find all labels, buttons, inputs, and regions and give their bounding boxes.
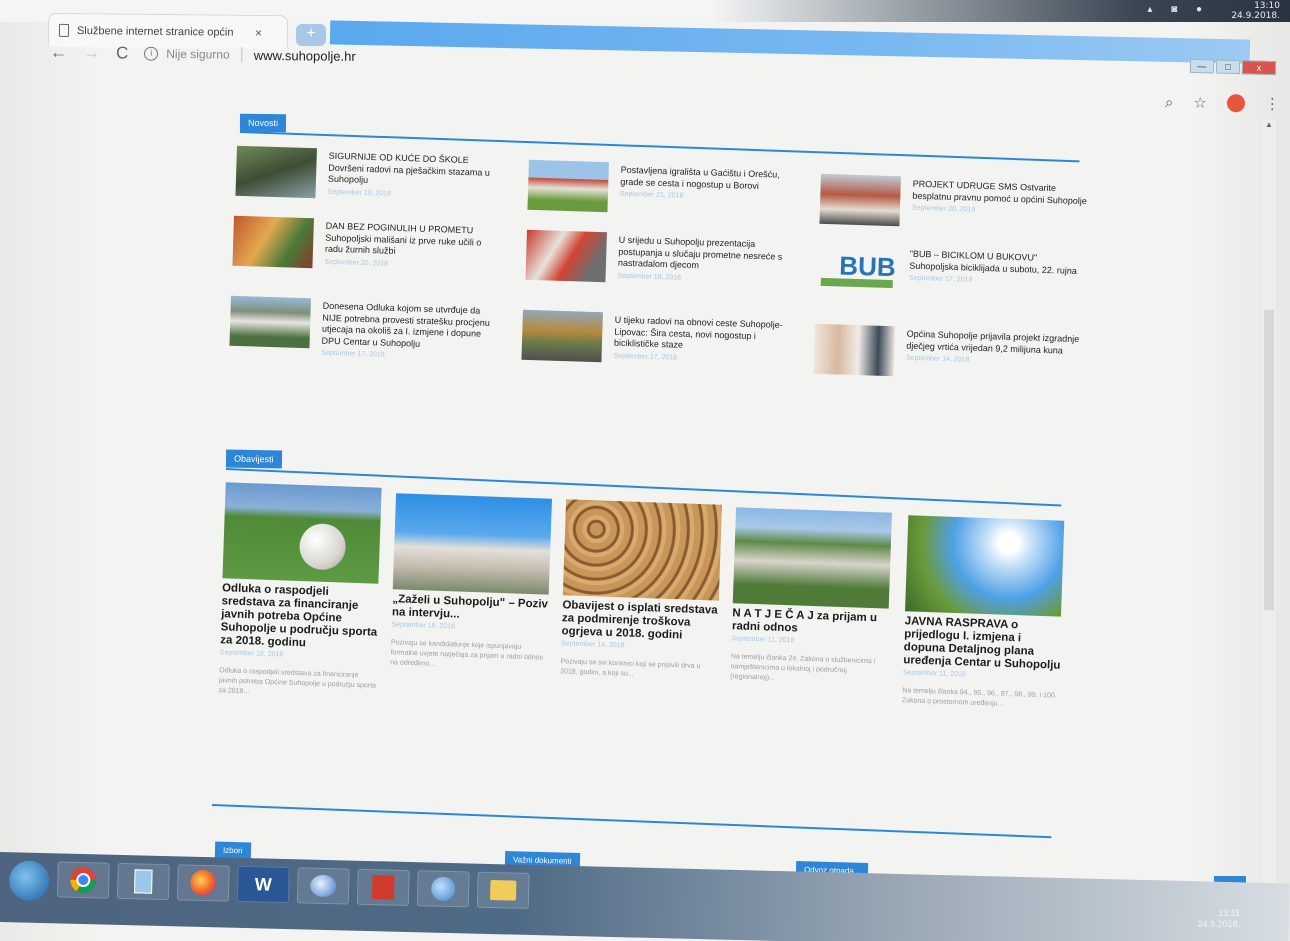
scroll-thumb[interactable] — [1264, 310, 1274, 610]
notice-title[interactable]: „Zaželi u Suhopolju" – Poziv na intervju… — [392, 593, 551, 624]
news-title[interactable]: PROJEKT UDRUGE SMS Ostvarite besplatnu p… — [912, 179, 1087, 206]
news-thumbnail[interactable] — [527, 159, 609, 213]
news-title[interactable]: DAN BEZ POGINULIH U PROMETU Suhopoljski … — [325, 221, 482, 256]
taskbar-clock[interactable]: 13:11 24.9.2018. — [1180, 908, 1240, 930]
maximize-button[interactable]: □ — [1215, 59, 1241, 75]
notice-card[interactable]: Odluka o raspodjeli sredstava za financi… — [218, 482, 383, 701]
window-controls: — □ x — [1189, 58, 1277, 76]
news-item[interactable]: BUB "BUB – BICIKLOM U BUKOVU" Suhopoljsk… — [816, 243, 1088, 312]
pdf-logo-icon — [371, 875, 395, 900]
notice-image[interactable] — [392, 493, 553, 595]
footer-divider — [211, 804, 1052, 839]
notice-image[interactable] — [222, 482, 382, 584]
notice-excerpt: Pozivaju se svi korisnici koji se prijav… — [560, 658, 701, 678]
forward-icon[interactable]: → — [83, 43, 100, 63]
news-thumbnail[interactable] — [813, 323, 895, 377]
news-thumbnail[interactable] — [521, 309, 603, 363]
notice-excerpt: Na temelju članka 24. Zakona o službenic… — [730, 653, 876, 682]
scroll-up-icon[interactable]: ▲ — [1264, 120, 1274, 132]
news-item[interactable]: Donesena Odluka kojom se utvrđuje da NIJ… — [229, 295, 501, 364]
start-orb-icon[interactable] — [8, 860, 50, 902]
word-letter: W — [254, 873, 273, 895]
notice-title[interactable]: Obavijest o isplati sredstava za podmire… — [561, 599, 720, 643]
news-item[interactable]: DAN BEZ POGINULIH U PROMETU Suhopoljski … — [232, 215, 504, 284]
reload-icon[interactable]: C — [116, 43, 128, 63]
news-title[interactable]: Donesena Odluka kojom se utvrđuje da NIJ… — [322, 301, 491, 349]
news-thumbnail[interactable] — [229, 295, 311, 349]
news-item[interactable]: SIGURNIJE OD KUĆE DO ŠKOLE Dovršeni rado… — [235, 145, 507, 214]
notice-card[interactable]: N A T J E Č A J za prijam u radni odnos … — [730, 507, 894, 687]
news-date: September 19, 2018 — [327, 188, 392, 198]
firefox-icon[interactable] — [176, 864, 230, 902]
word-icon[interactable]: W — [236, 865, 290, 904]
taskbar-clock-date: 24.9.2018. — [1197, 919, 1240, 929]
novosti-tab[interactable]: Novosti — [239, 113, 287, 133]
notice-card[interactable]: JAVNA RASPRAVA o prijedlogu I. izmjena i… — [902, 515, 1067, 711]
file-icon[interactable] — [116, 862, 170, 901]
bub-logo-icon: BUB — [820, 250, 896, 289]
news-date: September 21, 2018 — [619, 190, 684, 200]
news-thumbnail[interactable] — [525, 229, 607, 283]
news-item[interactable]: Općina Suhopolje prijavila projekt izgra… — [813, 323, 1085, 392]
notice-excerpt: Pozivaju se kandidatkinje koje ispunjava… — [390, 639, 544, 668]
notice-image[interactable] — [562, 499, 723, 601]
chrome-icon[interactable] — [56, 861, 110, 899]
insecure-label[interactable]: Nije sigurno — [166, 47, 230, 62]
notice-excerpt: Na temelju članka 94., 95., 96., 97., 98… — [901, 687, 1057, 708]
page-icon — [58, 23, 70, 37]
news-thumbnail[interactable] — [232, 215, 314, 269]
close-window-button[interactable]: x — [1241, 60, 1277, 76]
page-scrollbar[interactable]: ▲ — [1262, 120, 1276, 890]
folder-shape-icon — [489, 879, 517, 901]
tab-close-icon[interactable]: × — [255, 25, 262, 39]
minimize-button[interactable]: — — [1189, 58, 1215, 74]
url-separator: | — [239, 45, 244, 63]
notice-card[interactable]: „Zaželi u Suhopolju" – Poziv na intervju… — [390, 493, 554, 673]
folder-icon[interactable] — [476, 871, 530, 909]
football-icon — [298, 522, 347, 571]
browser-chrome: Službene internet stranice općin × + ← →… — [0, 0, 1290, 96]
news-title[interactable]: "BUB – BICIKLOM U BUKOVU" Suhopoljska bi… — [909, 249, 1077, 276]
news-title[interactable]: U srijedu u Suhopolju prezentacija postu… — [618, 235, 783, 271]
news-item[interactable]: U tijeku radovi na obnovi ceste Suhopolj… — [521, 309, 793, 378]
notice-title[interactable]: Odluka o raspodjeli sredstava za financi… — [220, 582, 380, 652]
news-item[interactable]: PROJEKT UDRUGE SMS Ostvarite besplatnu p… — [819, 173, 1091, 242]
news-item[interactable]: Postavljena igrališta u Gaćištu i Orešću… — [527, 159, 799, 228]
mail-logo-icon — [310, 874, 337, 898]
info-icon[interactable]: i — [144, 46, 159, 61]
news-title[interactable]: Općina Suhopolje prijavila projekt izgra… — [906, 329, 1079, 355]
bub-logo-thumbnail[interactable]: BUB — [816, 243, 898, 297]
news-thumbnail[interactable] — [819, 173, 901, 227]
news-thumbnail[interactable] — [235, 145, 317, 199]
thunderbird-icon[interactable] — [296, 867, 350, 905]
pdf-icon[interactable] — [356, 868, 410, 907]
notice-title[interactable]: JAVNA RASPRAVA o prijedlogu I. izmjena i… — [903, 615, 1063, 672]
notice-image[interactable] — [732, 507, 893, 609]
firefox-logo-icon — [189, 869, 217, 897]
svg-text:BUB: BUB — [839, 250, 896, 282]
notice-excerpt: Odluka o raspodjeli sredstava za financi… — [218, 667, 377, 696]
news-item[interactable]: U srijedu u Suhopolju prezentacija postu… — [525, 229, 797, 298]
news-date: September 18, 2018 — [617, 272, 682, 282]
globe-icon — [430, 876, 456, 902]
obavijesti-tab[interactable]: Obavijesti — [225, 449, 282, 469]
document-icon — [134, 869, 153, 894]
page-content: Novosti SIGURNIJE OD KUĆE DO ŠKOLE Dovrš… — [0, 100, 1290, 888]
notice-title[interactable]: N A T J E Č A J za prijam u radni odnos — [732, 607, 891, 638]
news-date: September 20, 2018 — [324, 258, 389, 268]
taskbar-icons: W — [8, 860, 530, 913]
notice-card[interactable]: Obavijest o isplati sredstava za podmire… — [560, 499, 724, 682]
news-title[interactable]: SIGURNIJE OD KUĆE DO ŠKOLE Dovršeni rado… — [328, 151, 490, 185]
network-icon[interactable] — [416, 870, 470, 908]
taskbar-clock-time: 13:11 — [1218, 908, 1240, 918]
tab-title: Službene internet stranice općin — [76, 24, 234, 39]
chrome-logo-icon — [70, 867, 97, 894]
back-icon[interactable]: ← — [50, 43, 67, 63]
news-date: September 17, 2018 — [613, 352, 678, 362]
news-title[interactable]: U tijeku radovi na obnovi ceste Suhopolj… — [614, 315, 783, 350]
url-input[interactable]: www.suhopolje.hr — [254, 47, 356, 63]
notice-image[interactable] — [905, 515, 1065, 617]
news-title[interactable]: Postavljena igrališta u Gaćištu i Orešću… — [620, 165, 780, 191]
